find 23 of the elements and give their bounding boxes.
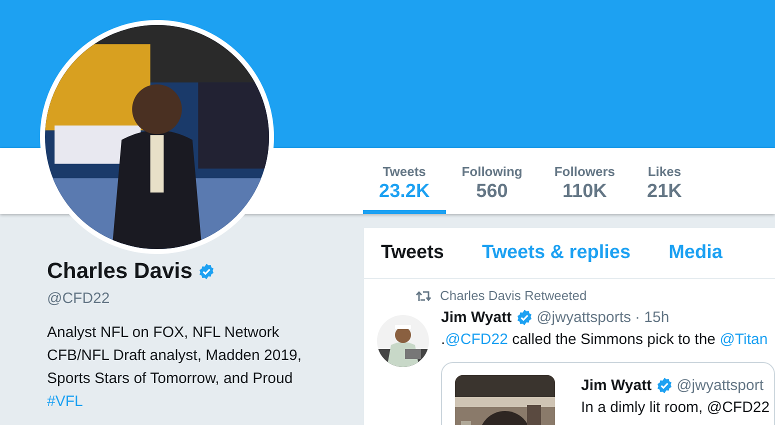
stat-tab[interactable]: Following 560 — [446, 148, 538, 214]
profile-handle: @CFD22 — [47, 290, 111, 307]
quoted-tweet[interactable]: Jim Wyatt @jwyattsport In a dimly lit room, @CFD22 — [441, 362, 775, 425]
author-handle: @jwyattsport — [676, 377, 764, 394]
tweet-time[interactable]: · 15h — [635, 309, 670, 326]
hashtag-link[interactable]: #VFL — [47, 393, 83, 410]
stat-tab[interactable]: Followers 110K — [538, 148, 632, 214]
quote-text: In a dimly lit room, @CFD22 — [581, 399, 770, 416]
mention-link[interactable]: @CFD22 — [445, 331, 508, 348]
author-handle: @jwyattsports — [536, 309, 631, 326]
timeline-tab[interactable]: Tweets & replies — [482, 242, 631, 264]
stat-tab[interactable]: Likes 21K — [631, 148, 698, 214]
stat-tab[interactable]: Tweets 23.2K — [363, 148, 446, 214]
retweet-icon — [416, 290, 432, 302]
profile-name: Charles Davis — [47, 258, 193, 284]
author-name: Jim Wyatt — [581, 377, 652, 394]
tweet-text: .@CFD22 called the Simmons pick to the @Titan — [441, 331, 769, 348]
retweet-label: Charles Davis Retweeted — [440, 288, 587, 303]
timeline-tab[interactable]: Media — [668, 242, 722, 264]
author-name[interactable]: Jim Wyatt — [441, 309, 512, 326]
timeline-tab[interactable]: Tweets — [381, 242, 444, 264]
mention-link[interactable]: @Titan — [720, 331, 768, 348]
profile-bio: Analyst NFL on FOX, NFL Network CFB/NFL Draft analyst, Madden 2019, Sports Stars of Tomorrow, and Proud #VFL — [47, 323, 303, 412]
